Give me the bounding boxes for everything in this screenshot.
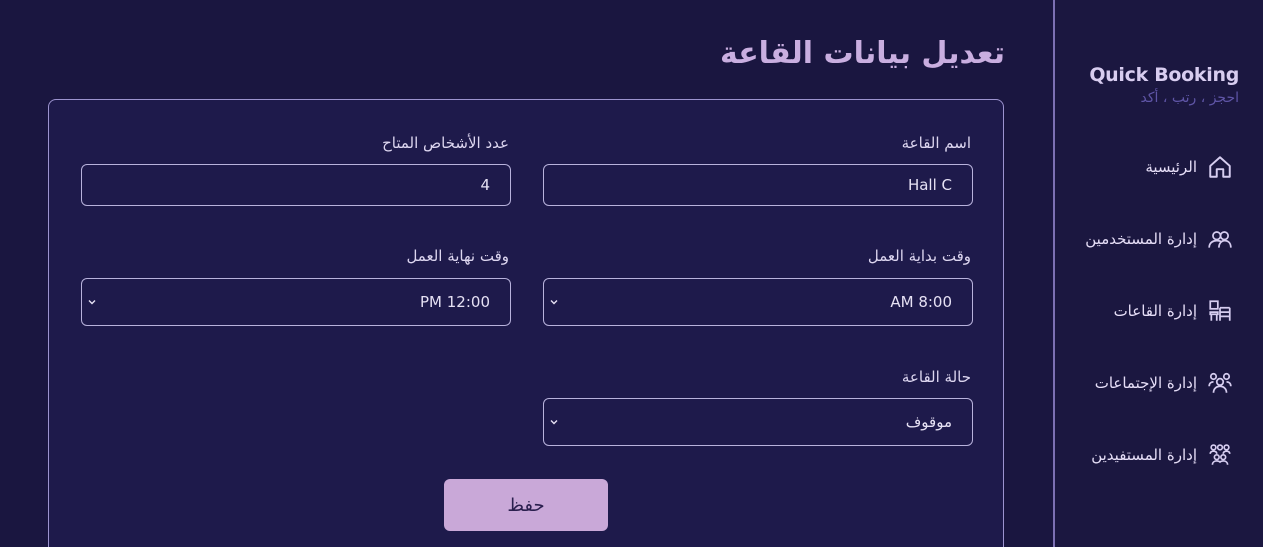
end-time-label: وقت نهاية العمل	[406, 247, 509, 265]
chevron-down-icon	[550, 420, 558, 425]
home-icon	[1207, 154, 1233, 180]
app-root: Quick Booking احجز ، رتب ، أكد الرئيسية …	[0, 0, 1263, 547]
capacity-field[interactable]	[81, 164, 511, 206]
page-title: تعديل بيانات القاعة	[720, 36, 1005, 71]
hall-name-field[interactable]	[543, 164, 973, 206]
status-value: موقوف	[905, 413, 952, 431]
hall-name-input[interactable]	[544, 165, 972, 205]
sidebar: Quick Booking احجز ، رتب ، أكد الرئيسية …	[1053, 0, 1263, 547]
status-label: حالة القاعة	[901, 368, 971, 386]
sidebar-item-meetings[interactable]: إدارة الإجتماعات	[1095, 367, 1233, 399]
start-time-label: وقت بداية العمل	[867, 247, 971, 265]
capacity-input[interactable]	[82, 165, 510, 205]
brand: Quick Booking احجز ، رتب ، أكد	[1089, 64, 1239, 106]
start-time-value: 8:00 AM	[890, 293, 952, 311]
sidebar-item-home[interactable]: الرئيسية	[1145, 151, 1233, 183]
chevron-down-icon	[88, 300, 96, 305]
sidebar-item-label: إدارة القاعات	[1113, 302, 1197, 320]
end-time-value: 12:00 PM	[419, 293, 490, 311]
status-select[interactable]: موقوف	[543, 398, 973, 446]
sidebar-item-beneficiaries[interactable]: إدارة المستفيدين	[1091, 439, 1233, 471]
users-icon	[1207, 226, 1233, 252]
beneficiaries-icon	[1207, 442, 1233, 468]
save-button[interactable]: حفظ	[444, 479, 608, 531]
hall-name-label: اسم القاعة	[901, 134, 971, 152]
sidebar-item-users[interactable]: إدارة المستخدمين	[1085, 223, 1233, 255]
meeting-icon	[1207, 370, 1233, 396]
sidebar-item-label: الرئيسية	[1145, 158, 1197, 176]
sidebar-item-label: إدارة الإجتماعات	[1094, 374, 1197, 392]
brand-tagline: احجز ، رتب ، أكد	[1140, 90, 1239, 106]
start-time-select[interactable]: 8:00 AM	[543, 278, 973, 326]
end-time-select[interactable]: 12:00 PM	[81, 278, 511, 326]
hall-icon	[1207, 298, 1233, 324]
capacity-label: عدد الأشخاص المتاح	[382, 134, 509, 152]
sidebar-item-halls[interactable]: إدارة القاعات	[1114, 295, 1233, 327]
sidebar-item-label: إدارة المستفيدين	[1091, 446, 1197, 464]
brand-name: Quick Booking	[1089, 64, 1239, 86]
sidebar-item-label: إدارة المستخدمين	[1085, 230, 1197, 248]
chevron-down-icon	[550, 300, 558, 305]
